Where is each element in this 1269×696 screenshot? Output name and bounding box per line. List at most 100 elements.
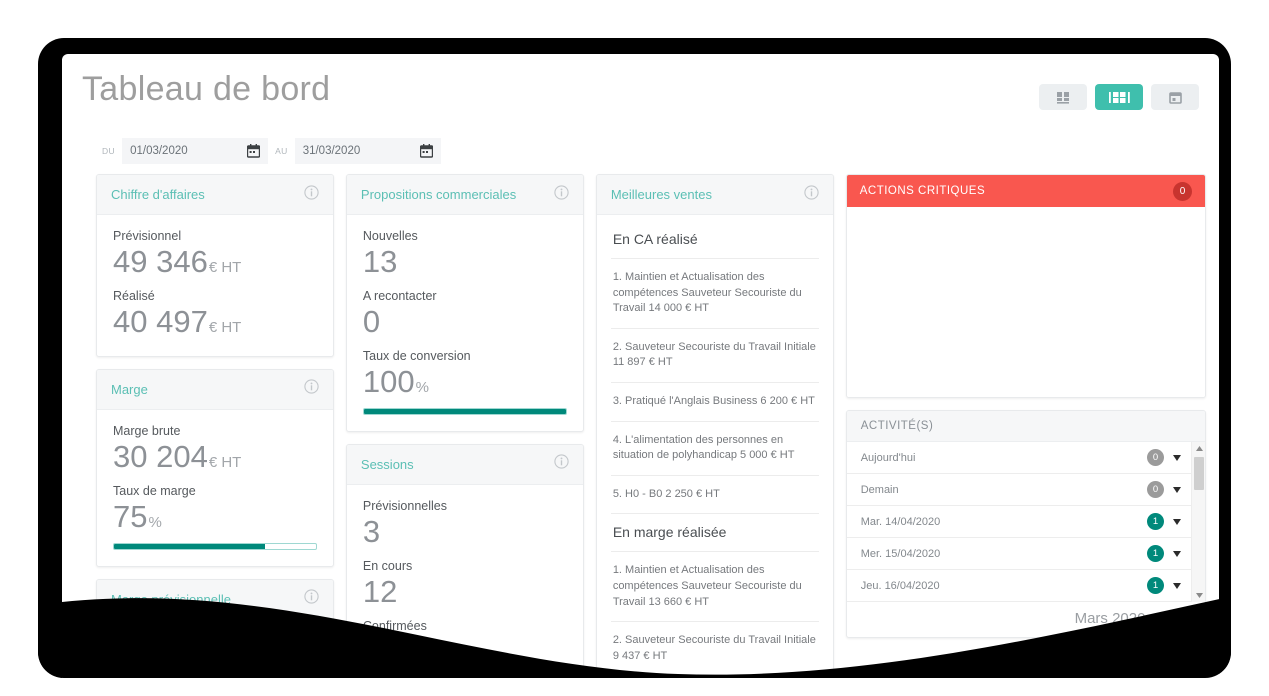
date-from-input[interactable]: 01/03/2020	[122, 138, 269, 164]
metric-label: Prévisionnel	[113, 229, 182, 243]
chevron-down-icon[interactable]	[1173, 550, 1181, 557]
metric-label: Marge brute	[113, 633, 181, 648]
activities-scrollbar[interactable]	[1191, 442, 1205, 602]
critical-actions-title: ACTIONS CRITIQUES	[859, 185, 986, 197]
info-icon[interactable]	[304, 379, 319, 399]
activity-count-badge: 0	[1147, 481, 1164, 498]
activities-footer-date: Mars 2020	[1074, 610, 1146, 627]
card-title: Meilleures ventes	[610, 187, 712, 202]
info-icon[interactable]	[304, 184, 319, 205]
metric-label: Nouvelles	[362, 229, 418, 243]
sales-item[interactable]: 2. Sauveteur Secouriste du Travail Initi…	[610, 622, 819, 677]
card-marge: Marge Marge brute 30 204€ HT Taux de mar…	[96, 368, 334, 567]
card-header: Sessions	[346, 444, 583, 485]
info-icon[interactable]	[804, 184, 819, 205]
activity-row[interactable]: Jeu. 16/04/2020 1	[846, 570, 1191, 602]
metric-number: 30 204	[113, 438, 208, 474]
info-icon[interactable]	[554, 184, 569, 205]
metric-number: 12	[362, 573, 398, 609]
activity-row[interactable]: Mer. 15/04/2020 1	[846, 538, 1191, 570]
activities-wrapper: Aujourd'hui 0 Demain 0 Mar. 14/04/2020 1…	[846, 442, 1205, 602]
sales-item[interactable]: 3. L'alimentation des personnes en situa…	[611, 677, 819, 678]
metric-unit: € HT	[208, 318, 242, 336]
progress-bar	[362, 407, 567, 415]
activities-list: Aujourd'hui 0 Demain 0 Mar. 14/04/2020 1…	[846, 442, 1191, 602]
critical-actions-count-badge: 0	[1173, 181, 1192, 201]
progress-bar	[113, 542, 317, 550]
column-2: Propositions commerciales Nouvelles 13 A…	[345, 174, 584, 678]
card-body: Nouvelles 13 A recontacter 0 Taux de con…	[347, 215, 583, 431]
metric-number: 13	[362, 244, 398, 279]
sales-item[interactable]: 2. Sauveteur Secouriste du Travail Initi…	[610, 329, 819, 384]
sales-item[interactable]: 5. H0 - B0 2 250 € HT	[610, 476, 819, 515]
activity-row-controls: 0	[1147, 481, 1181, 498]
metric-number: 40 497	[113, 303, 208, 339]
card-sessions: Sessions Prévisionnelles 3 En cours 12 C…	[345, 443, 584, 678]
sales-section-heading: En CA réalisé	[610, 221, 819, 259]
activity-row[interactable]: Mar. 14/04/2020 1	[846, 506, 1191, 538]
date-to-value: 31/03/2020	[302, 145, 361, 157]
column-1: Chiffre d'affaires Prévisionnel 49 346€ …	[96, 174, 334, 678]
activity-row-controls: 1	[1147, 513, 1181, 530]
sales-item[interactable]: 4. L'alimentation des personnes en situa…	[610, 422, 819, 476]
metric-value: 13	[363, 244, 567, 280]
card-title: Marge	[111, 381, 148, 397]
view-calendar-button[interactable]	[1151, 84, 1199, 110]
progress-bar-fill	[114, 543, 266, 549]
info-icon[interactable]	[554, 454, 569, 474]
card-actions-critiques: ACTIONS CRITIQUES 0	[845, 174, 1206, 398]
metric-value: 40 497€ HT	[113, 304, 317, 340]
metric-unit: € HT	[208, 453, 242, 471]
date-to-label: AU	[275, 146, 288, 156]
scrollbar-thumb[interactable]	[1194, 457, 1204, 490]
scroll-down-arrow-icon[interactable]	[1192, 589, 1205, 602]
info-icon[interactable]	[304, 589, 319, 609]
metric-label: En cours	[362, 558, 413, 573]
sales-item[interactable]: 1. Maintien et Actualisation des compéte…	[610, 259, 819, 329]
chevron-down-icon[interactable]	[1173, 486, 1181, 493]
sales-item[interactable]: 1. Maintien et Actualisation des compéte…	[610, 552, 819, 623]
progress-bar-fill	[363, 408, 566, 414]
sales-item[interactable]: 3. Pratiqué l'Anglais Business 6 200 € H…	[610, 383, 819, 422]
card-marge-previsionnelle: Marge prévisionnelle Marge brute 35 237€…	[96, 578, 334, 678]
card-title: Propositions commerciales	[360, 187, 517, 202]
view-grid-compact-button[interactable]	[1039, 84, 1087, 110]
activity-count-badge: 1	[1147, 545, 1164, 562]
metric-label: Prévisionnelles	[362, 498, 447, 513]
chevron-down-icon[interactable]	[1173, 518, 1181, 525]
activity-row[interactable]: Aujourd'hui 0	[846, 442, 1191, 474]
chevron-down-icon[interactable]	[1173, 582, 1181, 589]
grid-compact-icon	[1056, 91, 1069, 104]
metric-value: 12	[363, 574, 567, 610]
activity-date: Mer. 15/04/2020	[860, 547, 941, 560]
scroll-up-arrow-icon[interactable]	[1192, 442, 1205, 455]
sales-section-heading: En marge réalisée	[610, 514, 819, 553]
calendar-icon[interactable]	[419, 144, 433, 163]
card-body: Marge brute 35 237€ HT	[97, 620, 333, 678]
activity-row[interactable]: Demain 0	[846, 474, 1191, 506]
metric-label: Confirmées	[362, 618, 427, 633]
metric-value: 30 204€ HT	[113, 439, 317, 475]
calendar-icon[interactable]	[246, 144, 261, 163]
metric-label: Marge brute	[113, 423, 181, 438]
chevron-down-icon[interactable]	[1173, 454, 1181, 461]
device-frame-clip: Tableau de bord DU 01/03/2020 AU 31/03/2…	[38, 38, 1231, 678]
activity-count-badge: 0	[1147, 449, 1164, 466]
date-to-input[interactable]: 31/03/2020	[294, 138, 441, 164]
activity-date: Aujourd'hui	[860, 451, 916, 464]
activity-count-badge: 1	[1147, 513, 1164, 530]
date-from-value: 01/03/2020	[130, 145, 188, 157]
activity-row-controls: 1	[1147, 545, 1181, 562]
metric-unit: %	[415, 378, 429, 396]
calendar-icon	[1168, 91, 1182, 104]
card-title: Sessions	[360, 456, 414, 472]
card-title: Marge prévisionnelle	[111, 591, 231, 607]
card-body: Prévisionnel 49 346€ HT Réalisé 40 497€ …	[97, 215, 333, 356]
metric-label: Taux de conversion	[362, 348, 471, 363]
grid-columns-icon	[1108, 91, 1130, 103]
dashboard-page: Tableau de bord DU 01/03/2020 AU 31/03/2…	[62, 54, 1219, 678]
metric-value: 3	[363, 514, 567, 550]
metric-number: 35 237	[113, 648, 208, 678]
view-grid-columns-button[interactable]	[1095, 84, 1143, 110]
critical-actions-header: ACTIONS CRITIQUES 0	[846, 175, 1205, 207]
